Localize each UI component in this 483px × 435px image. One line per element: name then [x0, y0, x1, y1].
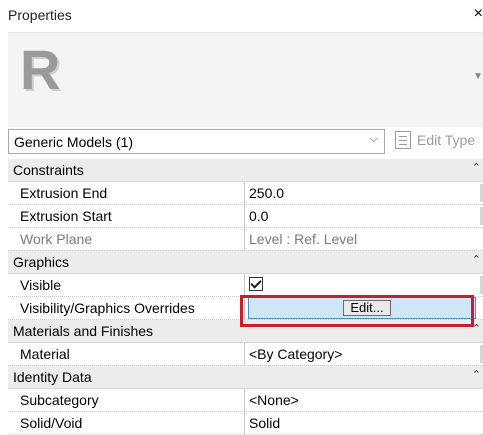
- edit-overrides-button[interactable]: Edit...: [343, 300, 391, 316]
- property-row-visible: Visible: [8, 274, 483, 297]
- collapse-icon[interactable]: ⌃: [472, 368, 481, 381]
- property-value[interactable]: <By Category>: [249, 346, 342, 362]
- group-header-materials[interactable]: Materials and Finishes ⌃: [8, 320, 483, 343]
- group-label: Constraints: [13, 162, 84, 178]
- property-value[interactable]: 250.0: [249, 185, 284, 201]
- properties-grid: Constraints ⌃ Extrusion End 250.0 Extrus…: [8, 159, 483, 435]
- group-label: Graphics: [13, 254, 70, 270]
- property-row-material: Material <By Category>: [8, 343, 483, 366]
- property-name: Extrusion End: [20, 185, 108, 201]
- chevron-down-icon: ⌵: [369, 133, 378, 145]
- property-row-work-plane: Work Plane Level : Ref. Level: [8, 228, 483, 251]
- type-selector-row: Generic Models (1) ⌵ Edit Type: [8, 129, 483, 156]
- overrides-value-field[interactable]: Edit...: [248, 297, 476, 319]
- properties-titlebar: Properties ×: [0, 0, 483, 30]
- visible-checkbox[interactable]: [249, 277, 263, 291]
- property-row-extrusion-end: Extrusion End 250.0: [8, 182, 483, 205]
- edit-type-icon: [395, 131, 411, 149]
- property-value[interactable]: Solid: [249, 415, 280, 431]
- property-name: Visible: [20, 277, 61, 293]
- property-name: Subcategory: [20, 392, 99, 408]
- close-icon[interactable]: ×: [474, 5, 483, 23]
- property-row-subcategory: Subcategory <None>: [8, 389, 483, 412]
- group-header-graphics[interactable]: Graphics ⌃: [8, 251, 483, 274]
- edit-type-button[interactable]: Edit Type: [395, 131, 483, 153]
- property-row-visibility-graphics-overrides: Visibility/Graphics Overrides Edit...: [8, 297, 483, 320]
- property-name: Extrusion Start: [20, 208, 112, 224]
- type-selector-value: Generic Models (1): [14, 134, 134, 150]
- collapse-icon[interactable]: ⌃: [472, 161, 481, 174]
- property-value: Level : Ref. Level: [249, 231, 358, 247]
- group-label: Materials and Finishes: [13, 323, 154, 339]
- property-value[interactable]: <None>: [249, 392, 299, 408]
- property-name: Solid/Void: [20, 415, 83, 431]
- property-row-solid-void: Solid/Void Solid: [8, 412, 483, 435]
- collapse-icon[interactable]: ⌃: [472, 322, 481, 335]
- property-name: Material: [20, 346, 70, 362]
- panel-title: Properties: [8, 7, 72, 23]
- property-name: Work Plane: [20, 231, 93, 247]
- property-value[interactable]: 0.0: [249, 208, 268, 224]
- type-selector-dropdown[interactable]: Generic Models (1) ⌵: [8, 129, 385, 154]
- group-label: Identity Data: [13, 369, 92, 385]
- property-row-extrusion-start: Extrusion Start 0.0: [8, 205, 483, 228]
- property-name: Visibility/Graphics Overrides: [20, 300, 195, 316]
- collapse-icon[interactable]: ⌃: [472, 253, 481, 266]
- edit-type-label: Edit Type: [417, 132, 476, 148]
- chevron-down-icon[interactable]: ▼: [473, 71, 483, 82]
- type-preview-area: R ▼: [8, 32, 483, 127]
- group-header-constraints[interactable]: Constraints ⌃: [8, 159, 483, 182]
- revit-logo-icon: R: [20, 38, 61, 101]
- group-header-identity-data[interactable]: Identity Data ⌃: [8, 366, 483, 389]
